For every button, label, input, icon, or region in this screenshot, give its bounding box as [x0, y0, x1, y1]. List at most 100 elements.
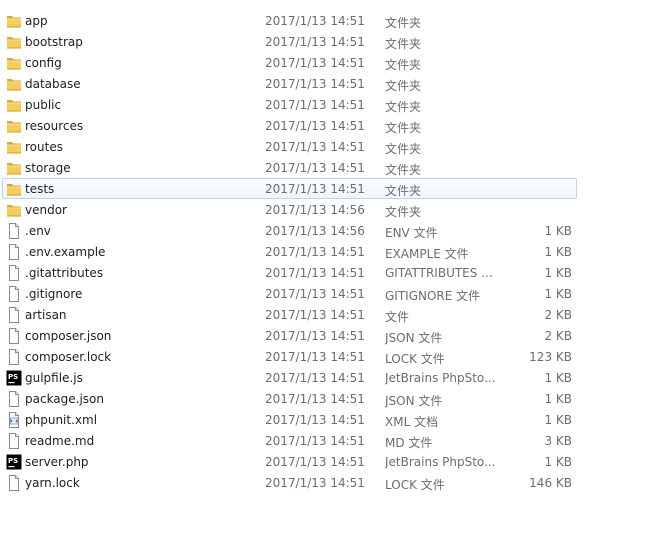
folder-icon [6, 202, 22, 218]
file-icon [6, 223, 22, 239]
file-icon [6, 475, 22, 491]
file-row-env[interactable]: .env 2017/1/13 14:56 ENV 文件 1 KB [2, 220, 577, 241]
file-type: JetBrains PhpSto... [385, 455, 495, 469]
file-date-modified: 2017/1/13 14:51 [265, 371, 365, 385]
file-type: EXAMPLE 文件 [385, 247, 469, 261]
file-row-env-example[interactable]: .env.example 2017/1/13 14:51 EXAMPLE 文件 1 K… [2, 241, 577, 262]
file-list: app 2017/1/13 14:51 文件夹 bootstrap 2017/1/13 … [0, 10, 672, 493]
file-row-server-php[interactable]: PS server.php 2017/1/13 14:51 JetBrains Php… [2, 451, 577, 472]
file-row-yarn-lock[interactable]: yarn.lock 2017/1/13 14:51 LOCK 文件 146 KB [2, 472, 577, 493]
file-row-package-json[interactable]: package.json 2017/1/13 14:51 JSON 文件 1 KB [2, 388, 577, 409]
file-date-modified: 2017/1/13 14:51 [265, 287, 365, 301]
file-row-bootstrap[interactable]: bootstrap 2017/1/13 14:51 文件夹 [2, 31, 577, 52]
file-date-modified: 2017/1/13 14:51 [265, 182, 365, 196]
file-row-vendor[interactable]: vendor 2017/1/13 14:56 文件夹 [2, 199, 577, 220]
file-row-artisan[interactable]: artisan 2017/1/13 14:51 文件 2 KB [2, 304, 577, 325]
file-name: artisan [25, 308, 67, 322]
file-date-modified: 2017/1/13 14:51 [265, 455, 365, 469]
file-row-gulpfile-js[interactable]: PS gulpfile.js 2017/1/13 14:51 JetBrains Ph… [2, 367, 577, 388]
file-date-modified: 2017/1/13 14:51 [265, 308, 365, 322]
file-row-routes[interactable]: routes 2017/1/13 14:51 文件夹 [2, 136, 577, 157]
file-icon [6, 244, 22, 260]
file-date-modified: 2017/1/13 14:51 [265, 14, 365, 28]
file-name: bootstrap [25, 35, 83, 49]
file-row-composer-lock[interactable]: composer.lock 2017/1/13 14:51 LOCK 文件 123 K… [2, 346, 577, 367]
file-row-config[interactable]: config 2017/1/13 14:51 文件夹 [2, 52, 577, 73]
file-name: app [25, 14, 48, 28]
file-name: vendor [25, 203, 67, 217]
file-name: .env [25, 224, 51, 238]
file-row-composer-json[interactable]: composer.json 2017/1/13 14:51 JSON 文件 2 KB [2, 325, 577, 346]
file-date-modified: 2017/1/13 14:51 [265, 98, 365, 112]
file-date-modified: 2017/1/13 14:51 [265, 476, 365, 490]
file-type: 文件夹 [385, 163, 422, 177]
file-type: 文件夹 [385, 79, 422, 93]
file-name: database [25, 77, 81, 91]
file-type: JSON 文件 [385, 394, 443, 408]
file-name: readme.md [25, 434, 95, 448]
file-row-tests[interactable]: tests 2017/1/13 14:51 文件夹 [2, 178, 577, 199]
file-date-modified: 2017/1/13 14:51 [265, 140, 365, 154]
file-date-modified: 2017/1/13 14:51 [265, 329, 365, 343]
file-icon [6, 328, 22, 344]
file-date-modified: 2017/1/13 14:51 [265, 350, 365, 364]
file-date-modified: 2017/1/13 14:56 [265, 224, 365, 238]
folder-icon [6, 139, 22, 155]
file-type: 文件夹 [385, 58, 422, 72]
file-name: storage [25, 161, 71, 175]
file-row-phpunit-xml[interactable]: phpunit.xml 2017/1/13 14:51 XML 文档 1 KB [2, 409, 577, 430]
folder-icon [6, 160, 22, 176]
file-row-database[interactable]: database 2017/1/13 14:51 文件夹 [2, 73, 577, 94]
file-row-gitignore[interactable]: .gitignore 2017/1/13 14:51 GITIGNORE 文件 1 K… [2, 283, 577, 304]
file-type: ENV 文件 [385, 226, 438, 240]
file-date-modified: 2017/1/13 14:51 [265, 56, 365, 70]
svg-text:PS: PS [8, 457, 18, 465]
file-name: gulpfile.js [25, 371, 83, 385]
file-name: .env.example [25, 245, 106, 259]
folder-icon [6, 97, 22, 113]
file-icon [6, 265, 22, 281]
file-name: .gitattributes [25, 266, 104, 280]
folder-icon [6, 13, 22, 29]
file-row-public[interactable]: public 2017/1/13 14:51 文件夹 [2, 94, 577, 115]
file-date-modified: 2017/1/13 14:51 [265, 413, 365, 427]
file-type: LOCK 文件 [385, 478, 445, 492]
file-icon [6, 433, 22, 449]
file-icon [6, 286, 22, 302]
file-type: 文件 [385, 310, 410, 324]
file-date-modified: 2017/1/13 14:56 [265, 203, 365, 217]
file-name: routes [25, 140, 63, 154]
folder-icon [6, 34, 22, 50]
file-size: 3 KB [544, 434, 572, 448]
file-size: 1 KB [544, 224, 572, 238]
file-type: 文件夹 [385, 121, 422, 135]
file-name: resources [25, 119, 84, 133]
file-icon [6, 349, 22, 365]
folder-icon [6, 181, 22, 197]
file-size: 1 KB [544, 371, 572, 385]
file-name: config [25, 56, 62, 70]
file-row-storage[interactable]: storage 2017/1/13 14:51 文件夹 [2, 157, 577, 178]
file-row-app[interactable]: app 2017/1/13 14:51 文件夹 [2, 10, 577, 31]
file-row-gitattributes[interactable]: .gitattributes 2017/1/13 14:51 GITATTRIBUT… [2, 262, 577, 283]
svg-text:PS: PS [8, 373, 18, 381]
file-size: 1 KB [544, 413, 572, 427]
xml-file-icon [6, 412, 22, 428]
file-row-resources[interactable]: resources 2017/1/13 14:51 文件夹 [2, 115, 577, 136]
file-row-readme-md[interactable]: readme.md 2017/1/13 14:51 MD 文件 3 KB [2, 430, 577, 451]
file-name: server.php [25, 455, 89, 469]
phpstorm-icon: PS [6, 454, 22, 470]
file-type: GITIGNORE 文件 [385, 289, 481, 303]
file-size: 1 KB [544, 266, 572, 280]
file-date-modified: 2017/1/13 14:51 [265, 161, 365, 175]
file-name: public [25, 98, 62, 112]
folder-icon [6, 55, 22, 71]
file-name: package.json [25, 392, 105, 406]
file-type: MD 文件 [385, 436, 433, 450]
file-type: XML 文档 [385, 415, 439, 429]
file-type: 文件夹 [385, 16, 422, 30]
folder-icon [6, 118, 22, 134]
file-name: phpunit.xml [25, 413, 98, 427]
file-type: 文件夹 [385, 184, 422, 198]
file-type: JetBrains PhpSto... [385, 371, 495, 385]
